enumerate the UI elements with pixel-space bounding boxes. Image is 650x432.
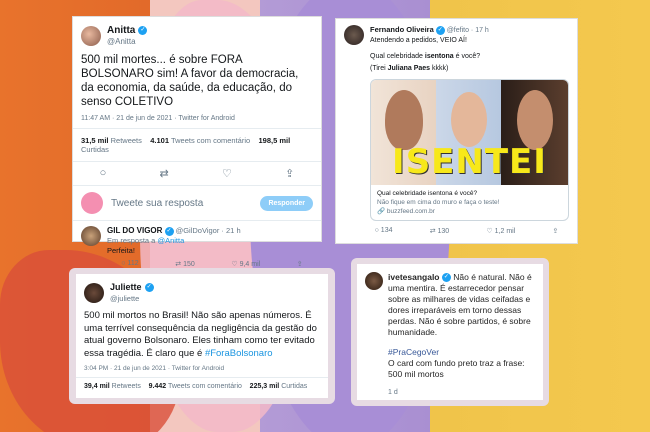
verified-icon: ✓ <box>441 273 451 283</box>
avatar <box>81 192 103 214</box>
avatar[interactable] <box>344 25 364 45</box>
author-handle[interactable]: @Anitta <box>107 36 147 47</box>
author-name[interactable]: Juliette <box>110 282 142 292</box>
share-icon[interactable]: ⇪ <box>553 227 559 235</box>
like-icon[interactable]: ♡ <box>222 167 232 180</box>
post-time: 1 d <box>388 389 398 396</box>
share-icon[interactable]: ⇪ <box>297 260 303 268</box>
retweet-label: Retweets <box>111 383 141 390</box>
author-name[interactable]: ivetesangalo <box>388 272 440 282</box>
like-count: 9,4 mil <box>239 261 261 268</box>
like-icon[interactable]: ♡ 1,2 mil <box>486 227 515 235</box>
tweet-stats: 31,5 mil Retweets 4.101 Tweets com comen… <box>73 129 321 161</box>
reply-author-handle[interactable]: @GilDoVigor · 21 h <box>176 226 241 235</box>
post-frame-ivete: ivetesangalo ✓ Não é natural. Não é uma … <box>351 258 549 406</box>
avatar[interactable] <box>365 272 383 290</box>
retweet-icon[interactable]: ⇄ 150 <box>175 260 195 268</box>
portrait <box>517 90 553 150</box>
retweet-icon[interactable]: ⇄ <box>160 167 169 180</box>
verified-icon: ✓ <box>435 25 445 35</box>
reply-text: Perfeita! <box>107 246 135 255</box>
tweet-meta: 3:04 PM · 21 de jun de 2021 · Twitter fo… <box>84 365 225 372</box>
action-bar: ○ 134 ⇄ 130 ♡ 1,2 mil ⇪ <box>336 221 577 235</box>
comment-label: Tweets com comentário <box>167 383 242 390</box>
portrait <box>451 92 487 147</box>
in-reply-link[interactable]: @Anitta <box>157 236 184 245</box>
image-description: O card com fundo preto traz a frase: 500… <box>388 358 525 379</box>
tweet-line: Qual celebridade isentona é você? <box>370 53 481 60</box>
reply-count: 112 <box>127 260 139 267</box>
author-name[interactable]: Fernando Oliveira <box>370 25 434 34</box>
link-description: Não fique em cima do muro e faça o teste… <box>377 199 500 206</box>
post-card-ivete: ivetesangalo ✓ Não é natural. Não é uma … <box>357 264 543 400</box>
tweet-stats: 39,4 mil Retweets 9.442 Tweets com comen… <box>76 378 328 395</box>
avatar[interactable] <box>84 283 104 303</box>
comment-label: Tweets com comentário <box>170 136 251 145</box>
verified-icon: ✓ <box>138 25 148 35</box>
reply-icon[interactable]: ○ 134 <box>375 227 393 235</box>
retweet-icon[interactable]: ⇄ 130 <box>430 227 450 235</box>
author-name[interactable]: Anitta <box>107 25 135 36</box>
link-preview-image: ISENTEI <box>371 80 568 185</box>
tweet-meta: 11:47 AM · 21 de jun de 2021 · Twitter f… <box>81 115 235 122</box>
like-icon[interactable]: ♡ 9,4 mil <box>231 260 260 268</box>
reply-icon[interactable]: ○ <box>100 167 107 180</box>
tweet-text: 500 mil mortos no Brasil! Não são apenas… <box>84 310 317 359</box>
reply-author-name[interactable]: GIL DO VIGOR <box>107 226 162 235</box>
tweet-text: 500 mil mortes... é sobre FORA BOLSONARO… <box>81 54 299 108</box>
background-collage: Anitta ✓ @Anitta 500 mil mortes... é sob… <box>0 0 650 432</box>
tweet-card-fernando: Fernando Oliveira ✓ @fefito · 17 h Atend… <box>335 18 578 244</box>
avatar[interactable] <box>81 26 101 46</box>
retweet-count: 150 <box>183 261 195 268</box>
post-text: ivetesangalo ✓ Não é natural. Não é uma … <box>388 272 535 398</box>
reply-input[interactable]: Tweete sua resposta <box>111 198 260 209</box>
reply-button[interactable]: Responder <box>260 195 313 211</box>
portrait <box>385 90 423 150</box>
reply-icon[interactable]: ○ 112 <box>121 260 138 268</box>
link-title: Qual celebridade isentona é você? <box>377 190 478 197</box>
retweet-count: 130 <box>437 228 450 235</box>
like-label: Curtidas <box>281 383 308 390</box>
hashtag-link[interactable]: #PraCegoVer <box>388 347 535 358</box>
tweet-frame-juliette: Juliette ✓ @juliette 500 mil mortos no B… <box>69 268 335 404</box>
tweet-card-juliette: Juliette ✓ @juliette 500 mil mortos no B… <box>76 274 328 398</box>
tweet-card-anitta: Anitta ✓ @Anitta 500 mil mortes... é sob… <box>72 16 322 268</box>
hashtag-link[interactable]: #ForaBolsonaro <box>205 348 273 359</box>
verified-icon: ✓ <box>164 226 174 236</box>
verified-icon: ✓ <box>144 282 154 292</box>
link-domain: 🔗 buzzfeed.com.br <box>377 208 435 215</box>
retweet-label: Retweets <box>110 136 142 145</box>
like-count[interactable]: 198,5 mil <box>259 136 291 145</box>
image-caption-text: ISENTEI <box>392 142 547 182</box>
share-icon[interactable]: ⇪ <box>285 167 294 180</box>
author-handle[interactable]: @fefito · 17 h <box>447 27 489 34</box>
tweet-line: (Tirei Juliana Paes kkkk) <box>370 65 449 72</box>
retweet-count[interactable]: 39,4 mil <box>84 383 110 390</box>
avatar[interactable] <box>81 226 101 246</box>
in-reply-label: Em resposta a <box>107 236 156 245</box>
like-count: 1,2 mil <box>494 228 516 235</box>
like-label: Curtidas <box>81 145 109 154</box>
retweet-count[interactable]: 31,5 mil <box>81 136 109 145</box>
action-bar: ○ ⇄ ♡ ⇪ <box>73 162 321 185</box>
tweet-line: Atendendo a pedidos, VEIO AÍ! <box>370 37 467 44</box>
reply-count: 134 <box>380 227 393 234</box>
comment-count[interactable]: 9.442 <box>149 383 167 390</box>
like-count[interactable]: 225,3 mil <box>250 383 280 390</box>
comment-count[interactable]: 4.101 <box>150 136 169 145</box>
link-card[interactable]: ISENTEI Qual celebridade isentona é você… <box>370 79 569 221</box>
reply-action-bar: ○ 112 ⇄ 150 ♡ 9,4 mil ⇪ <box>73 256 321 268</box>
author-handle[interactable]: @juliette <box>110 293 154 304</box>
